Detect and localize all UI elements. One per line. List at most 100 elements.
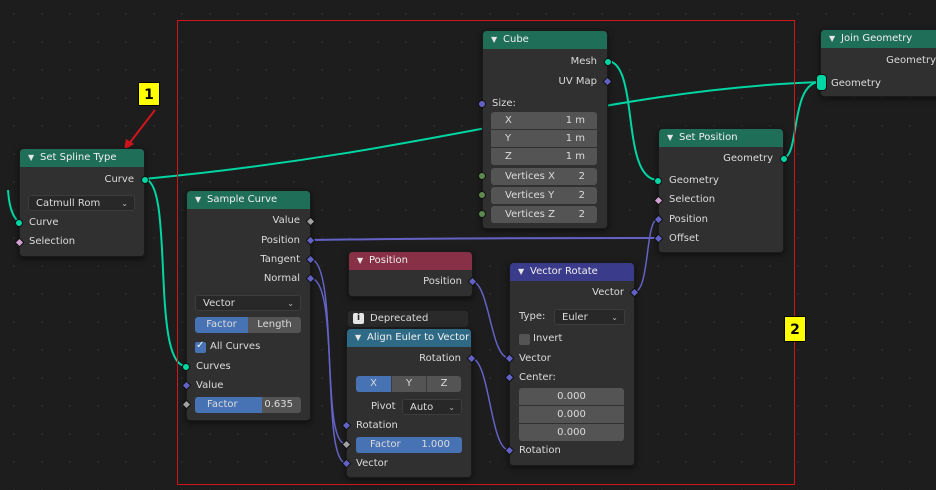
vertices-z-field[interactable]: Vertices Z2 <box>491 206 597 223</box>
node-header[interactable]: ▼ Cube <box>483 31 607 49</box>
factor-slider[interactable]: Factor 0.635 <box>195 397 301 413</box>
input-value: Value <box>196 380 224 391</box>
vertices-x-field[interactable]: Vertices X2 <box>491 168 597 185</box>
node-header[interactable]: ▼ Position <box>349 252 472 270</box>
output-mesh: Mesh <box>570 56 597 67</box>
size-x-field[interactable]: X1 m <box>491 112 597 129</box>
set-position-node[interactable]: ▼ Set Position Geometry Geometry Selectio… <box>653 128 788 253</box>
node-title: Vector Rotate <box>530 266 598 277</box>
checkmark-icon: ✓ <box>196 340 205 351</box>
input-selection: Selection <box>29 236 76 247</box>
input-position: Position <box>669 214 708 225</box>
all-curves-label: All Curves <box>210 341 261 352</box>
input-selection-socket[interactable] <box>14 237 25 248</box>
input-geometry: Geometry <box>831 78 881 89</box>
chevron-down-icon[interactable]: ▼ <box>829 30 841 48</box>
pivot-dropdown[interactable]: Auto ⌄ <box>402 399 462 415</box>
cube-node[interactable]: ▼ Cube Mesh UV Map Size: X1 m Y1 m Z1 m V… <box>478 30 613 229</box>
chevron-down-icon: ⌄ <box>287 299 294 308</box>
node-title: Set Spline Type <box>40 152 117 163</box>
output-uvmap: UV Map <box>558 76 597 87</box>
output-tangent: Tangent <box>260 254 300 265</box>
vertices-y-field[interactable]: Vertices Y2 <box>491 187 597 204</box>
chevron-down-icon[interactable]: ▼ <box>491 31 503 49</box>
type-dropdown[interactable]: Euler ⌄ <box>554 309 625 325</box>
input-vector: Vector <box>356 458 388 469</box>
center-y-field[interactable]: 0.000 <box>519 406 624 423</box>
chevron-down-icon[interactable]: ▼ <box>667 129 679 147</box>
output-vector: Vector <box>592 287 624 298</box>
output-geometry: Geometry <box>886 55 936 66</box>
input-vector: Vector <box>519 353 551 364</box>
axis-z-button[interactable]: Z <box>426 376 461 392</box>
chevron-down-icon[interactable]: ▼ <box>195 191 207 209</box>
input-size-socket[interactable] <box>478 100 486 108</box>
output-geometry: Geometry <box>723 153 773 164</box>
center-z-field[interactable]: 0.000 <box>519 424 624 441</box>
center-label: Center: <box>519 372 556 383</box>
position-node[interactable]: ▼ Position Position <box>348 251 478 297</box>
input-curve-socket[interactable] <box>15 219 23 227</box>
size-y-field[interactable]: Y1 m <box>491 130 597 147</box>
set-spline-type-node[interactable]: ▼ Set Spline Type Curve Catmull Rom ⌄ Curv… <box>14 148 149 257</box>
node-header[interactable]: ▼ Join Geometry <box>821 30 936 48</box>
output-curve-socket[interactable] <box>141 176 149 184</box>
info-icon: i <box>353 313 364 324</box>
spline-type-dropdown[interactable]: Catmull Rom ⌄ <box>28 195 135 211</box>
sample-curve-node[interactable]: ▼ Sample Curve Value Position Tangent Nor… <box>181 190 316 421</box>
dropdown-value: Vector <box>203 298 235 309</box>
data-type-dropdown[interactable]: Vector ⌄ <box>195 295 301 311</box>
node-title: Cube <box>503 34 529 45</box>
invert-label: Invert <box>533 333 563 344</box>
join-geometry-node[interactable]: ▼ Join Geometry Geometry Geometry <box>816 29 936 97</box>
chevron-down-icon[interactable]: ▼ <box>355 329 367 347</box>
pivot-label: Pivot <box>371 401 396 412</box>
dropdown-value: Euler <box>562 312 588 323</box>
input-curves-socket[interactable] <box>182 363 190 371</box>
output-position: Position <box>423 276 462 287</box>
annotation-marker-1: 1 <box>138 82 160 106</box>
input-geometry-socket[interactable] <box>654 177 662 185</box>
arrow-line <box>127 109 156 146</box>
input-vertices-x-socket[interactable] <box>478 172 486 180</box>
axis-x-button[interactable]: X <box>356 376 391 392</box>
size-label: Size: <box>492 98 516 109</box>
mode-factor-button[interactable]: Factor <box>195 317 248 333</box>
input-vertices-z-socket[interactable] <box>478 210 486 218</box>
invert-checkbox[interactable] <box>519 334 530 345</box>
input-vertices-y-socket[interactable] <box>478 191 486 199</box>
all-curves-checkbox[interactable]: ✓ <box>195 340 206 353</box>
node-header[interactable]: ▼ Set Spline Type <box>20 149 144 167</box>
chevron-down-icon: ⌄ <box>448 403 455 412</box>
node-title: Align Euler to Vector <box>367 332 470 343</box>
node-header[interactable]: ▼ Align Euler to Vector <box>347 329 471 347</box>
output-mesh-socket[interactable] <box>604 58 612 66</box>
node-title: Position <box>369 255 408 266</box>
axis-y-button[interactable]: Y <box>391 376 426 392</box>
input-selection: Selection <box>669 194 716 205</box>
mode-length-button[interactable]: Length <box>248 317 301 333</box>
dropdown-value: Catmull Rom <box>36 198 101 209</box>
output-value: Value <box>272 215 300 226</box>
output-curve: Curve <box>104 174 134 185</box>
factor-slider[interactable]: Factor 1.000 <box>356 437 462 453</box>
align-euler-to-vector-node[interactable]: ▼ Align Euler to Vector Rotation X Y Z Pi… <box>341 328 477 478</box>
chevron-down-icon[interactable]: ▼ <box>28 149 40 167</box>
size-z-field[interactable]: Z1 m <box>491 148 597 165</box>
node-title: Join Geometry <box>841 33 913 44</box>
dropdown-value: Auto <box>410 402 434 413</box>
multi-input-socket[interactable] <box>816 74 827 91</box>
node-header[interactable]: ▼ Sample Curve <box>187 191 310 209</box>
chevron-down-icon[interactable]: ▼ <box>357 252 369 270</box>
chevron-down-icon[interactable]: ▼ <box>518 263 530 281</box>
input-rotation: Rotation <box>519 445 561 456</box>
output-normal: Normal <box>263 273 300 284</box>
output-geometry-socket[interactable] <box>780 155 788 163</box>
input-geometry: Geometry <box>669 175 719 186</box>
vector-rotate-node[interactable]: ▼ Vector Rotate Vector Type: Euler ⌄ Inver… <box>504 262 640 466</box>
input-offset: Offset <box>669 233 700 244</box>
input-curves: Curves <box>196 361 231 372</box>
node-header[interactable]: ▼ Set Position <box>659 129 783 147</box>
node-header[interactable]: ▼ Vector Rotate <box>510 263 634 281</box>
center-x-field[interactable]: 0.000 <box>519 388 624 405</box>
